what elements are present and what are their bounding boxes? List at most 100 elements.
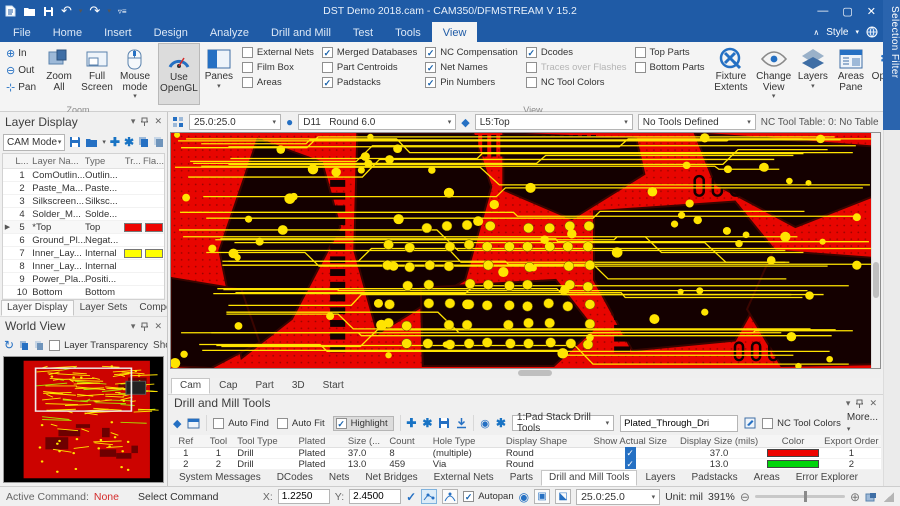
vertex-snap-icon[interactable] xyxy=(421,489,437,504)
layer-row-5[interactable]: ▶5*TopTop xyxy=(3,221,164,234)
drill-column-display-shape[interactable]: Display Shape xyxy=(504,436,587,447)
open-dropdown-icon[interactable]: ▾ xyxy=(102,138,106,146)
bottom-tab-nets[interactable]: Nets xyxy=(321,470,358,486)
zoom-all-button[interactable]: Zoom All xyxy=(40,43,78,105)
bottom-tab-drill-and-mill-tools[interactable]: Drill and Mill Tools xyxy=(541,470,637,486)
zoom-in-slider-icon[interactable]: ⊕ xyxy=(850,490,860,504)
tool-set-select[interactable]: 1:Pad Stack Drill Tools▾ xyxy=(512,415,614,431)
close-icon[interactable]: ✕ xyxy=(154,116,162,127)
drill-checkbox-auto-find[interactable]: Auto Find xyxy=(213,418,269,429)
full-screen-button[interactable]: Full Screen xyxy=(78,43,116,105)
pane-icon[interactable] xyxy=(187,418,200,429)
redo-icon[interactable]: ↷ xyxy=(89,3,100,19)
bottom-tab-padstacks[interactable]: Padstacks xyxy=(683,470,745,486)
delete-layers-icon[interactable]: ✱ xyxy=(124,136,134,148)
layer-panel-tab-composites[interactable]: Composites xyxy=(133,300,168,316)
save-tools-icon[interactable] xyxy=(438,417,450,429)
layer-row-9[interactable]: 9Power_Pla...Positi... xyxy=(3,273,164,286)
menu-tab-drill-and-mill[interactable]: Drill and Mill xyxy=(260,22,342,42)
checkbox-traces-over-flashes[interactable]: Traces over Flashes xyxy=(526,62,627,73)
style-label[interactable]: Style xyxy=(826,27,848,38)
fixture-extents-button[interactable]: Fixture Extents xyxy=(708,43,753,105)
copy-view-icon[interactable] xyxy=(19,340,29,351)
drill-checkbox-auto-fit[interactable]: Auto Fit xyxy=(277,418,325,429)
menu-tab-home[interactable]: Home xyxy=(42,22,93,42)
more-menu[interactable]: More... ▾ xyxy=(847,412,878,434)
drill-column-size[interactable]: Size (... xyxy=(346,436,387,447)
origin-icon[interactable]: ◉ xyxy=(519,490,529,504)
minimize-button[interactable]: — xyxy=(817,5,828,18)
bottom-tab-parts[interactable]: Parts xyxy=(502,470,541,486)
drill-column-tool[interactable]: Tool xyxy=(202,436,236,447)
customize-quick-access-icon[interactable]: ▿≡ xyxy=(118,7,127,16)
copy-settings-icon[interactable] xyxy=(138,136,149,148)
panel-menu-icon[interactable]: ▾ xyxy=(131,116,136,127)
canvas-tab-part[interactable]: Part xyxy=(246,378,282,394)
autopan-checkbox[interactable]: ✓Autopan xyxy=(463,491,513,502)
checkbox-areas[interactable]: Areas xyxy=(242,77,314,88)
cam-mode-select[interactable]: CAM Mode▾ xyxy=(3,134,65,151)
menu-tab-analyze[interactable]: Analyze xyxy=(199,22,260,42)
collapse-ribbon-icon[interactable]: ∧ xyxy=(813,28,819,37)
canvas-tab-start[interactable]: Start xyxy=(314,378,353,394)
apply-check-icon[interactable]: ✓ xyxy=(406,490,416,504)
selection-filter-tab[interactable]: Selection Filter xyxy=(883,0,900,130)
close-icon[interactable]: ✕ xyxy=(154,321,162,332)
checkbox-pin-numbers[interactable]: ✓Pin Numbers xyxy=(425,77,518,88)
pin-icon[interactable] xyxy=(856,399,863,408)
zoom-out-slider-icon[interactable]: ⊖ xyxy=(740,490,750,504)
layer-row-7[interactable]: 7Inner_Lay...Internal xyxy=(3,247,164,260)
close-button[interactable]: ✕ xyxy=(867,5,876,18)
panel-menu-icon[interactable]: ▾ xyxy=(846,398,851,409)
menu-tab-view[interactable]: View xyxy=(432,22,478,42)
horizontal-scrollbar[interactable] xyxy=(170,369,881,378)
layer-row-4[interactable]: 4Solder_M...Solde... xyxy=(3,208,164,221)
zoom-out-button[interactable]: ⊖Out xyxy=(4,62,38,79)
add-layer-icon[interactable]: ✚ xyxy=(110,136,120,148)
bottom-tab-dcodes[interactable]: DCodes xyxy=(269,470,321,486)
bottom-tab-net-bridges[interactable]: Net Bridges xyxy=(357,470,425,486)
layers-diamond-icon[interactable]: ◆ xyxy=(173,417,181,430)
drill-column-hole-type[interactable]: Hole Type xyxy=(431,436,504,447)
menu-tab-test[interactable]: Test xyxy=(342,22,384,42)
open-folder-icon[interactable] xyxy=(23,6,36,17)
vertical-scrollbar[interactable] xyxy=(871,133,880,368)
style-dropdown-icon[interactable]: ▾ xyxy=(855,28,859,36)
save-layers-icon[interactable] xyxy=(69,136,81,148)
pan-button[interactable]: ⊹Pan xyxy=(4,79,38,96)
world-view-thumbnail[interactable] xyxy=(3,356,164,483)
grid-select[interactable]: 25.0:25.0▾ xyxy=(189,114,281,130)
refresh-icon[interactable]: ↻ xyxy=(4,338,14,352)
dcode-select[interactable]: D11 Round 6.0▾ xyxy=(298,114,456,130)
layer-transparency-checkbox[interactable]: Layer Transparency xyxy=(49,340,148,351)
maximize-button[interactable]: ▢ xyxy=(842,5,852,18)
mouse-mode-button[interactable]: Mouse mode▾ xyxy=(116,43,154,105)
menu-tab-tools[interactable]: Tools xyxy=(384,22,432,42)
paste-settings-icon[interactable] xyxy=(153,136,164,148)
canvas-tab-3d[interactable]: 3D xyxy=(283,378,314,394)
drill-column-ref[interactable]: Ref xyxy=(170,436,202,447)
menu-tab-design[interactable]: Design xyxy=(143,22,199,42)
areas-pane-button[interactable]: Areas Pane xyxy=(832,43,870,105)
select-window-icon[interactable]: ▣ xyxy=(534,489,550,504)
change-view-button[interactable]: Change View▾ xyxy=(753,43,793,105)
paste-view-icon[interactable] xyxy=(34,340,44,351)
arc-snap-icon[interactable] xyxy=(442,489,458,504)
checkbox-dcodes[interactable]: ✓Dcodes xyxy=(526,47,627,58)
checkbox-top-parts[interactable]: Top Parts xyxy=(635,47,705,58)
bottom-tab-error-explorer[interactable]: Error Explorer xyxy=(788,470,866,486)
pin-icon[interactable] xyxy=(141,322,148,331)
layer-row-6[interactable]: 6Ground_Pl...Negat... xyxy=(3,234,164,247)
import-tools-icon[interactable] xyxy=(456,417,467,429)
checkbox-padstacks[interactable]: ✓Padstacks xyxy=(322,77,417,88)
bottom-tab-system-messages[interactable]: System Messages xyxy=(171,470,269,486)
bottom-tab-areas[interactable]: Areas xyxy=(746,470,788,486)
nc-tools-select[interactable]: No Tools Defined▾ xyxy=(638,114,756,130)
menu-tab-insert[interactable]: Insert xyxy=(93,22,143,42)
pin-icon[interactable] xyxy=(141,117,148,126)
bottom-tab-external-nets[interactable]: External Nets xyxy=(426,470,502,486)
bottom-tab-layers[interactable]: Layers xyxy=(637,470,683,486)
clear-highlight-icon[interactable]: ✱ xyxy=(496,417,506,429)
undo-icon[interactable]: ↶ xyxy=(61,3,72,19)
redo-dropdown-icon[interactable]: ▾ xyxy=(107,7,111,15)
